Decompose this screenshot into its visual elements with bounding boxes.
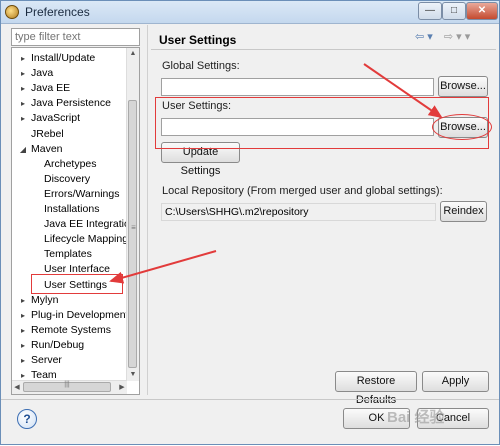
preferences-window: Preferences — □ ✕ ▸Install/Update▸Java▸J… xyxy=(0,0,500,445)
arrow-to-user-settings-item xyxy=(109,250,217,284)
arrow-to-browse-button xyxy=(363,63,443,119)
annotation-arrows xyxy=(109,63,443,284)
